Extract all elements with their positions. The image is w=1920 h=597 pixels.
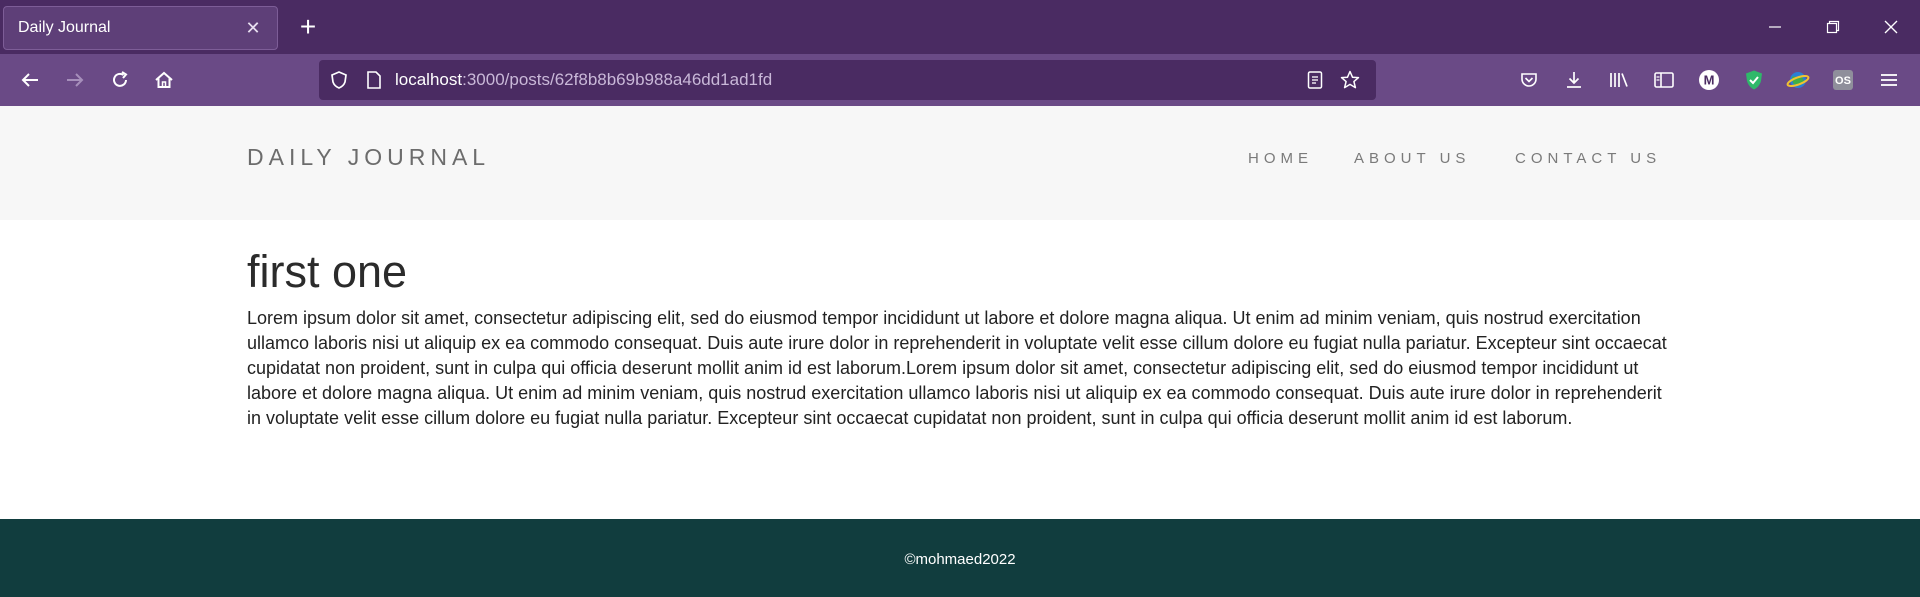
window-controls	[1746, 0, 1920, 54]
pocket-icon[interactable]	[1513, 64, 1545, 96]
menu-hamburger-icon[interactable]	[1873, 64, 1905, 96]
nav-link-home[interactable]: HOME	[1248, 150, 1313, 167]
post-body: Lorem ipsum dolor sit amet, consectetur …	[247, 308, 1667, 428]
url-path: :3000/posts/62f8b8b69b988a46dd1ad1fd	[462, 70, 773, 89]
home-icon[interactable]	[146, 62, 182, 98]
back-arrow-icon[interactable]	[12, 62, 48, 98]
account-m-icon[interactable]: M	[1693, 64, 1725, 96]
forward-arrow-icon[interactable]	[57, 62, 93, 98]
svg-text:OS: OS	[1835, 75, 1851, 87]
url-host: localhost	[395, 70, 463, 89]
site-header: DAILY JOURNAL HOME ABOUT US CONTACT US	[0, 106, 1920, 220]
download-icon[interactable]	[1558, 64, 1590, 96]
bookmark-star-icon[interactable]	[1340, 70, 1360, 95]
shield-icon[interactable]	[329, 70, 349, 95]
browser-tab-bar: Daily Journal ✕ +	[0, 0, 1920, 54]
web-page: DAILY JOURNAL HOME ABOUT US CONTACT US f…	[0, 106, 1920, 597]
minimize-icon[interactable]	[1746, 0, 1804, 54]
site-brand[interactable]: DAILY JOURNAL	[247, 144, 490, 171]
sidebar-icon[interactable]	[1648, 64, 1680, 96]
url-text[interactable]: localhost:3000/posts/62f8b8b69b988a46dd1…	[395, 70, 772, 90]
reader-view-icon[interactable]	[1306, 70, 1324, 95]
nav-link-about-us[interactable]: ABOUT US	[1354, 150, 1470, 167]
os-extension-icon[interactable]: OS	[1827, 64, 1859, 96]
browser-tab[interactable]: Daily Journal ✕	[3, 6, 278, 50]
reload-icon[interactable]	[102, 62, 138, 98]
browser-toolbar: localhost:3000/posts/62f8b8b69b988a46dd1…	[0, 54, 1920, 106]
library-icon[interactable]	[1603, 64, 1635, 96]
close-tab-icon[interactable]: ✕	[243, 18, 263, 39]
new-tab-button[interactable]: +	[292, 10, 324, 44]
shield-check-extension-icon[interactable]	[1738, 64, 1770, 96]
globe-extension-icon[interactable]	[1782, 64, 1814, 96]
close-window-icon[interactable]	[1862, 0, 1920, 54]
site-footer: ©mohmaed2022	[0, 519, 1920, 597]
url-bar[interactable]: localhost:3000/posts/62f8b8b69b988a46dd1…	[319, 60, 1376, 100]
page-info-icon[interactable]	[365, 70, 383, 95]
restore-icon[interactable]	[1804, 0, 1862, 54]
nav-link-contact-us[interactable]: CONTACT US	[1515, 150, 1661, 167]
tab-title: Daily Journal	[18, 19, 111, 36]
footer-copyright: ©mohmaed2022	[904, 551, 1016, 568]
post-title: first one	[247, 246, 408, 297]
svg-text:M: M	[1704, 73, 1715, 88]
